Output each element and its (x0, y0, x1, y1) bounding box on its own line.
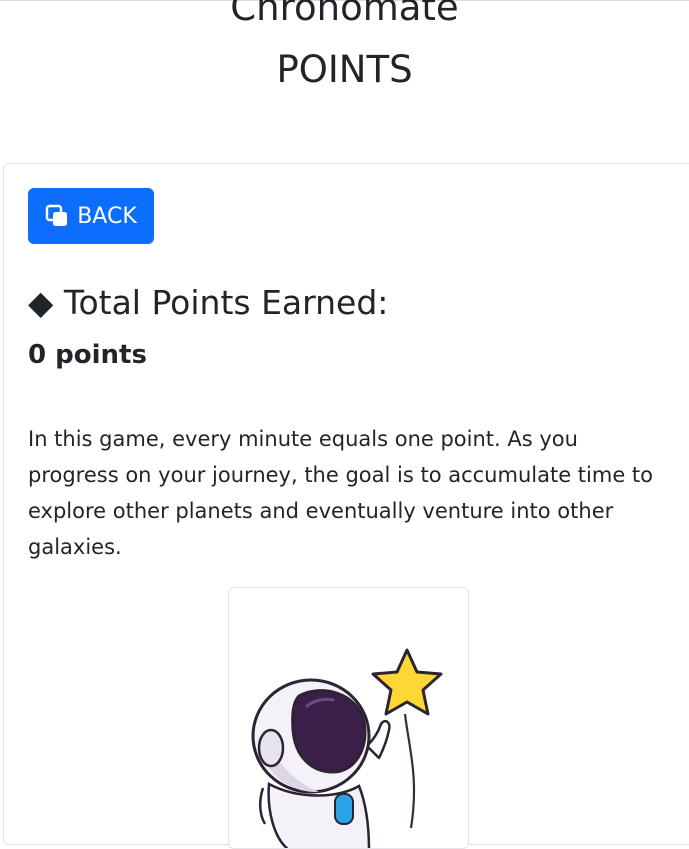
app-title: Chronomate (230, 0, 459, 29)
copy-icon (45, 204, 69, 228)
game-description: In this game, every minute equals one po… (28, 427, 653, 559)
back-button[interactable]: BACK (28, 188, 154, 244)
astronaut-illustration-card (228, 587, 469, 849)
star-icon (371, 648, 443, 716)
astronaut-illustration (251, 648, 443, 848)
diamond-icon: ◆ (28, 283, 54, 322)
page-title: POINTS (276, 48, 413, 91)
total-points-value: 0 points (28, 340, 147, 370)
back-button-label: BACK (77, 203, 137, 229)
total-points-heading: ◆ Total Points Earned: (28, 282, 388, 324)
total-points-heading-text: Total Points Earned: (63, 283, 389, 322)
